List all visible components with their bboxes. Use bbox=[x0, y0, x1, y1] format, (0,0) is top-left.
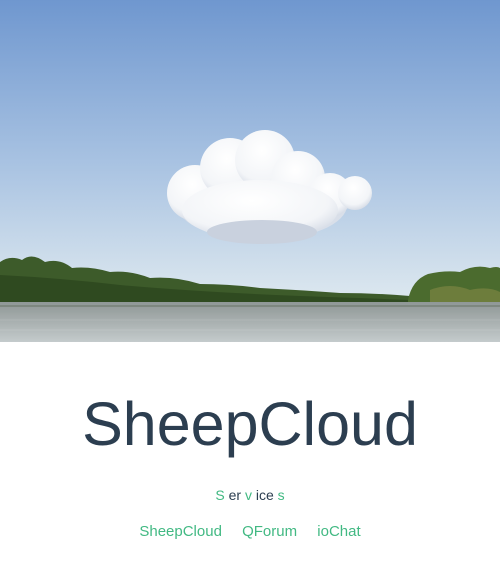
link-iochat[interactable]: ioChat bbox=[317, 523, 360, 540]
services-part: er bbox=[228, 487, 242, 503]
services-part: s bbox=[277, 487, 285, 503]
link-qforum[interactable]: QForum bbox=[242, 523, 297, 540]
brand-title: SheepCloud bbox=[82, 390, 418, 458]
link-sheepcloud[interactable]: SheepCloud bbox=[139, 523, 222, 540]
services-part: S bbox=[215, 487, 225, 503]
services-part: v bbox=[244, 487, 252, 503]
hero-landscape-image bbox=[0, 0, 500, 342]
services-part: ice bbox=[255, 487, 274, 503]
services-heading: S er v ice s bbox=[0, 486, 500, 504]
services-nav: SheepCloud QForum ioChat bbox=[0, 523, 500, 541]
